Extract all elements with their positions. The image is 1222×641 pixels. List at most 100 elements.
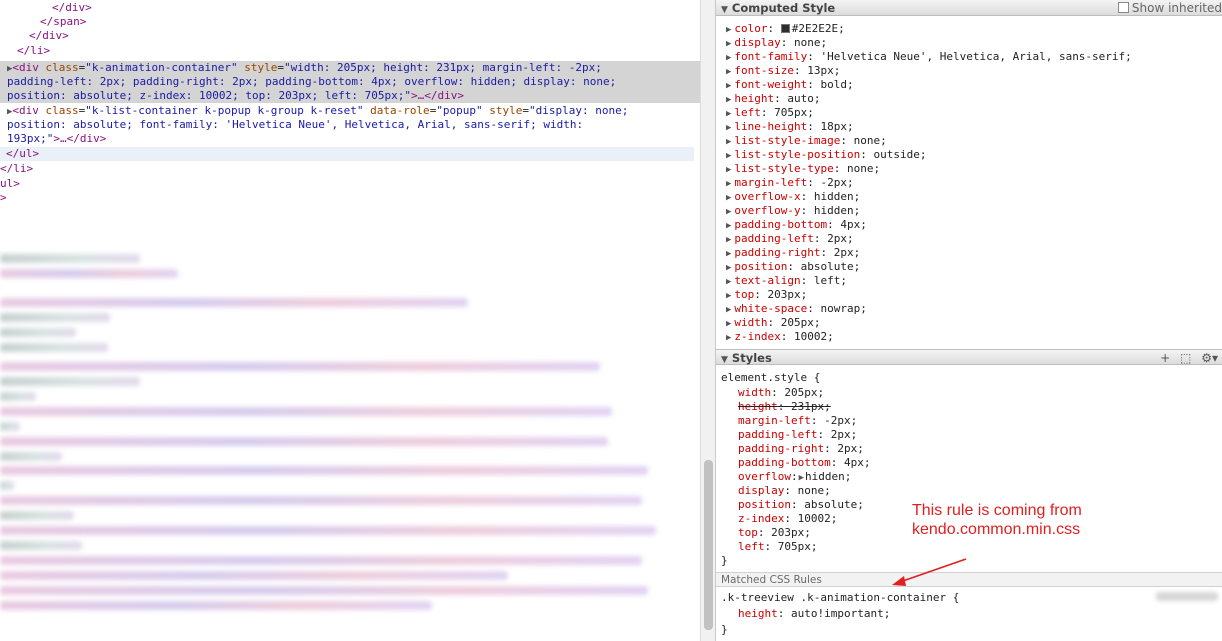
computed-prop-color[interactable]: ▶ color: #2E2E2E; bbox=[726, 22, 845, 36]
matched-rule-prop[interactable]: height: auto!important; bbox=[738, 607, 890, 621]
computed-prop-row[interactable]: ▶ margin-left: -2px; bbox=[726, 176, 854, 190]
overridden-style-prop[interactable]: height: 231px; bbox=[738, 400, 831, 414]
expand-triangle-icon[interactable]: ▶ bbox=[726, 305, 731, 315]
tree-line[interactable]: ▶<div class="k-list-container k-popup k-… bbox=[0, 104, 700, 118]
computed-prop-row[interactable]: ▶ font-size: 13px; bbox=[726, 64, 840, 78]
tree-line[interactable]: </li> bbox=[0, 44, 700, 58]
style-prop-row[interactable]: margin-left: -2px; bbox=[738, 414, 857, 428]
styles-header[interactable]: ▼ Styles + ⬚ ⚙▾ bbox=[716, 349, 1222, 365]
computed-prop-row[interactable]: ▶ display: none; bbox=[726, 36, 827, 50]
computed-prop-row[interactable]: ▶ list-style-position: outside; bbox=[726, 148, 927, 162]
tree-line[interactable]: padding-left: 2px; padding-right: 2px; p… bbox=[0, 75, 700, 89]
computed-prop-row[interactable]: ▶ position: absolute; bbox=[726, 260, 860, 274]
tree-line[interactable]: > bbox=[0, 191, 700, 205]
computed-prop-row[interactable]: ▶ overflow-y: hidden; bbox=[726, 204, 860, 218]
expand-triangle-icon[interactable]: ▶ bbox=[799, 473, 804, 483]
expand-triangle-icon[interactable]: ▶ bbox=[726, 263, 731, 273]
tree-line-hovered[interactable]: </ul> bbox=[0, 147, 694, 161]
computed-prop-row[interactable]: ▶ width: 205px; bbox=[726, 316, 821, 330]
computed-prop-row[interactable]: ▶ padding-right: 2px; bbox=[726, 246, 860, 260]
computed-prop-row[interactable]: ▶ list-style-image: none; bbox=[726, 134, 887, 148]
expand-triangle-icon[interactable]: ▶ bbox=[726, 123, 731, 133]
expand-triangle-icon[interactable]: ▶ bbox=[726, 81, 731, 91]
expand-triangle-icon[interactable]: ▶ bbox=[726, 165, 731, 175]
prop-name: list-style-position bbox=[734, 148, 861, 161]
checkbox-icon[interactable] bbox=[1117, 2, 1129, 13]
style-prop-row[interactable]: padding-right: 2px; bbox=[738, 442, 864, 456]
expand-triangle-icon[interactable]: ▶ bbox=[726, 95, 731, 105]
computed-prop-row[interactable]: ▶ overflow-x: hidden; bbox=[726, 190, 860, 204]
elements-tree[interactable]: </div> </span> </div> </li> ▶<div class=… bbox=[0, 0, 700, 641]
tree-line[interactable]: </div> bbox=[0, 1, 700, 15]
show-inherited-toggle[interactable]: Show inherited bbox=[1117, 0, 1222, 16]
closing-tag: </li> bbox=[17, 44, 51, 57]
expand-triangle-icon[interactable]: ▶ bbox=[726, 151, 731, 161]
style-prop-row[interactable]: width: 205px; bbox=[738, 386, 824, 400]
style-prop-row[interactable]: position: absolute; bbox=[738, 498, 864, 512]
computed-prop-row[interactable]: ▶ top: 203px; bbox=[726, 288, 807, 302]
expand-triangle-icon[interactable]: ▶ bbox=[726, 235, 731, 245]
expand-triangle-icon[interactable]: ▶ bbox=[726, 137, 731, 147]
computed-style-header[interactable]: ▼ Computed Style Show inherited bbox=[716, 0, 1222, 16]
tree-line[interactable]: position: absolute; z-index: 10002; top:… bbox=[0, 89, 700, 103]
element-style-selector[interactable]: element.style { bbox=[721, 371, 820, 385]
tree-line[interactable]: position: absolute; font-family: 'Helvet… bbox=[0, 118, 700, 132]
computed-prop-row[interactable]: ▶ text-align: left; bbox=[726, 274, 847, 288]
computed-prop-row[interactable]: ▶ padding-left: 2px; bbox=[726, 232, 854, 246]
redacted-line bbox=[0, 466, 648, 475]
prop-name: overflow-x bbox=[734, 190, 801, 203]
computed-prop-row[interactable]: ▶ list-style-type: none; bbox=[726, 162, 880, 176]
expand-triangle-icon[interactable]: ▶ bbox=[726, 333, 731, 343]
expand-triangle-icon[interactable]: ▶ bbox=[726, 277, 731, 287]
expand-triangle-icon[interactable]: ▶ bbox=[726, 193, 731, 203]
computed-prop-row[interactable]: ▶ font-family: 'Helvetica Neue', Helvetic… bbox=[726, 50, 1132, 64]
expand-triangle-icon[interactable]: ▶ bbox=[726, 249, 731, 259]
style-prop-row[interactable]: top: 203px; bbox=[738, 526, 811, 540]
expand-triangle-icon[interactable]: ▶ bbox=[726, 221, 731, 231]
tree-line[interactable]: </div> bbox=[0, 29, 700, 43]
computed-prop-row[interactable]: ▶ white-space: nowrap; bbox=[726, 302, 867, 316]
expand-triangle-icon[interactable]: ▶ bbox=[726, 53, 731, 63]
tree-line[interactable]: ul> bbox=[0, 177, 700, 191]
computed-prop-row[interactable]: ▶ padding-bottom: 4px; bbox=[726, 218, 867, 232]
elements-scrollbar[interactable] bbox=[700, 0, 715, 641]
redacted-line bbox=[0, 362, 600, 371]
collapse-triangle-icon[interactable]: ▼ bbox=[721, 5, 728, 15]
collapse-triangle-icon[interactable]: ▼ bbox=[721, 355, 728, 365]
computed-prop-row[interactable]: ▶ height: auto; bbox=[726, 92, 821, 106]
style-prop-row[interactable]: display: none; bbox=[738, 484, 831, 498]
computed-prop-row[interactable]: ▶ left: 705px; bbox=[726, 106, 814, 120]
style-prop-row[interactable]: padding-left: 2px; bbox=[738, 428, 857, 442]
arrow-shaft bbox=[899, 558, 967, 583]
expand-triangle-icon[interactable]: ▶ bbox=[726, 207, 731, 217]
annotation-line-1: This rule is coming from bbox=[912, 502, 1082, 519]
style-prop-row[interactable]: left: 705px; bbox=[738, 540, 818, 554]
style-prop-row[interactable]: padding-bottom: 4px; bbox=[738, 456, 870, 470]
rule-source-link-redacted bbox=[1156, 592, 1218, 601]
tree-line[interactable]: 193px;">…</div> bbox=[0, 132, 700, 146]
add-rule-icon[interactable]: + bbox=[1160, 351, 1170, 365]
computed-prop-row[interactable]: ▶ font-weight: bold; bbox=[726, 78, 854, 92]
prop-name: list-style-type bbox=[734, 162, 834, 175]
expand-triangle-icon[interactable]: ▶ bbox=[726, 291, 731, 301]
scrollbar-thumb[interactable] bbox=[704, 460, 713, 630]
element-state-icon[interactable]: ⬚ bbox=[1180, 351, 1191, 365]
tree-line[interactable]: ▶<div class="k-animation-container" styl… bbox=[0, 61, 700, 75]
gear-icon[interactable]: ⚙▾ bbox=[1201, 351, 1218, 365]
expand-triangle-icon[interactable]: ▶ bbox=[726, 25, 731, 35]
expand-triangle-icon[interactable]: ▶ bbox=[726, 109, 731, 119]
computed-style-list: ▶ color: #2E2E2E; ▶ display: none; ▶ font-fa… bbox=[716, 17, 1222, 347]
prop-value: 18px bbox=[820, 120, 848, 133]
redacted-line bbox=[0, 269, 178, 278]
tree-line[interactable]: </li> bbox=[0, 162, 700, 176]
expand-triangle-icon[interactable]: ▶ bbox=[726, 319, 731, 329]
expand-triangle-icon[interactable]: ▶ bbox=[726, 179, 731, 189]
computed-prop-row[interactable]: ▶ z-index: 10002; bbox=[726, 330, 834, 344]
expand-triangle-icon[interactable]: ▶ bbox=[726, 67, 731, 77]
tree-line[interactable]: </span> bbox=[0, 15, 700, 29]
style-prop-row[interactable]: z-index: 10002; bbox=[738, 512, 837, 526]
expand-triangle-icon[interactable]: ▶ bbox=[726, 39, 731, 49]
computed-prop-row[interactable]: ▶ line-height: 18px; bbox=[726, 120, 854, 134]
color-swatch-icon[interactable] bbox=[780, 24, 790, 33]
style-prop-row[interactable]: overflow:▶hidden; bbox=[738, 470, 851, 484]
